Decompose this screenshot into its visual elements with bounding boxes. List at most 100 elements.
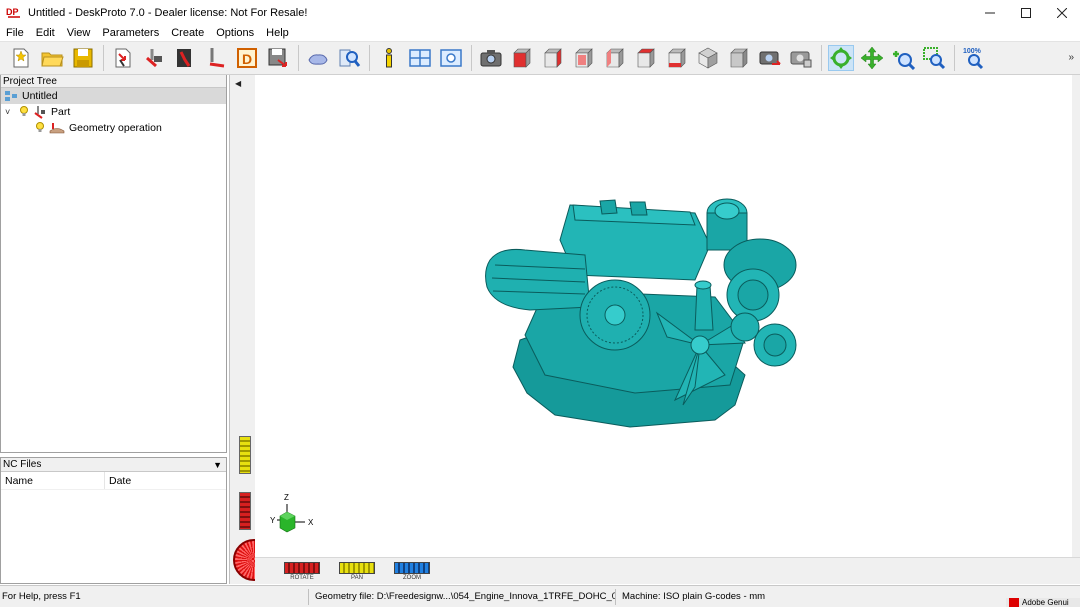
view-iso-button[interactable] bbox=[695, 45, 721, 71]
column-header-date[interactable]: Date bbox=[105, 472, 131, 489]
column-header-name[interactable]: Name bbox=[1, 472, 105, 489]
pan-slider[interactable] bbox=[339, 562, 375, 574]
zoom-100-icon: 100% bbox=[963, 48, 984, 70]
menu-edit[interactable]: Edit bbox=[30, 27, 61, 39]
pan-label: PAN bbox=[351, 575, 363, 581]
nc-files-columns: Name Date bbox=[1, 472, 226, 490]
rotate-label: ROTATE bbox=[290, 575, 314, 581]
tree-root-untitled[interactable]: Untitled bbox=[1, 88, 226, 104]
view-back-button[interactable] bbox=[571, 45, 597, 71]
rotate-mode-button[interactable] bbox=[828, 45, 854, 71]
toolbar: D 100% » bbox=[0, 41, 1080, 75]
rotate-slider[interactable] bbox=[284, 562, 320, 574]
nc-files-header[interactable]: NC Files ▼ bbox=[1, 458, 226, 472]
zoom-icon bbox=[893, 51, 915, 70]
view-rotate-ccw-button[interactable] bbox=[788, 45, 814, 71]
svg-text:DP: DP bbox=[6, 7, 19, 17]
menu-bar: File Edit View Parameters Create Options… bbox=[0, 25, 1080, 41]
pan-mode-button[interactable] bbox=[859, 45, 885, 71]
menu-parameters[interactable]: Parameters bbox=[96, 27, 165, 39]
part-icon bbox=[34, 106, 45, 119]
zoom-window-button[interactable] bbox=[921, 45, 947, 71]
zoom-mode-button[interactable] bbox=[890, 45, 916, 71]
bulb-icon[interactable] bbox=[19, 106, 29, 118]
minimize-button[interactable] bbox=[972, 0, 1008, 25]
toolbar-separator bbox=[471, 45, 472, 71]
project-tree-header: Project Tree bbox=[1, 75, 226, 88]
camera-view-button[interactable] bbox=[478, 45, 504, 71]
rotate-slider-vertical[interactable] bbox=[239, 492, 251, 530]
tree-item-part[interactable]: ˅ Part bbox=[1, 104, 226, 120]
menu-create[interactable]: Create bbox=[165, 27, 210, 39]
save-icon bbox=[73, 48, 93, 68]
toolbar-separator bbox=[821, 45, 822, 71]
menu-view[interactable]: View bbox=[61, 27, 97, 39]
part-parameters-button[interactable] bbox=[141, 45, 167, 71]
machine-parameters-button[interactable] bbox=[203, 45, 229, 71]
view-right-button[interactable] bbox=[540, 45, 566, 71]
dropdown-arrow-icon[interactable]: ▼ bbox=[213, 460, 222, 470]
operation-icon bbox=[49, 123, 65, 134]
save-nc-icon bbox=[268, 48, 287, 67]
cube-bottom-icon bbox=[668, 48, 686, 68]
camera-rotate-icon bbox=[759, 51, 781, 65]
open-project-button[interactable] bbox=[39, 45, 65, 71]
new-project-button[interactable] bbox=[8, 45, 34, 71]
info-icon bbox=[386, 48, 392, 68]
title-bar: DP Untitled - DeskProto 7.0 - Dealer lic… bbox=[0, 0, 1080, 25]
collapse-icon[interactable]: ˅ bbox=[5, 107, 15, 117]
adobe-icon bbox=[1009, 598, 1019, 607]
camera-icon bbox=[480, 50, 502, 67]
new-icon bbox=[13, 48, 29, 68]
operation-parameters-button[interactable] bbox=[172, 45, 198, 71]
maximize-button[interactable] bbox=[1008, 0, 1044, 25]
info-button[interactable] bbox=[376, 45, 402, 71]
simulate-button[interactable] bbox=[305, 45, 331, 71]
engine-model[interactable] bbox=[255, 75, 1072, 557]
cube-left-icon bbox=[606, 48, 624, 68]
project-icon bbox=[5, 91, 17, 101]
zoom-fit-button[interactable]: 100% bbox=[961, 45, 987, 71]
view-iso-back-button[interactable] bbox=[726, 45, 752, 71]
preview-magnifier-icon bbox=[339, 49, 361, 67]
project-tree-panel: Project Tree Untitled ˅ Part Geometry op… bbox=[0, 75, 227, 453]
close-button[interactable] bbox=[1044, 0, 1080, 25]
tree-item-geometry-operation[interactable]: Geometry operation bbox=[1, 120, 226, 136]
save-project-button[interactable] bbox=[70, 45, 96, 71]
toolbar-separator bbox=[298, 45, 299, 71]
import-geometry-button[interactable] bbox=[110, 45, 136, 71]
window-title: Untitled - DeskProto 7.0 - Dealer licens… bbox=[28, 6, 308, 19]
menu-help[interactable]: Help bbox=[260, 27, 295, 39]
view-bottom-button[interactable] bbox=[664, 45, 690, 71]
menu-options[interactable]: Options bbox=[210, 27, 260, 39]
viewport-right-edge bbox=[1072, 75, 1080, 557]
bulb-icon[interactable] bbox=[35, 122, 45, 134]
zoom-slider[interactable] bbox=[394, 562, 430, 574]
cube-iso-icon bbox=[698, 47, 718, 69]
tree-root-label: Untitled bbox=[22, 90, 58, 102]
nc-files-panel: NC Files ▼ Name Date bbox=[0, 457, 227, 584]
menu-file[interactable]: File bbox=[0, 27, 30, 39]
toolbar-overflow-icon[interactable]: » bbox=[1068, 52, 1074, 63]
view-rotate-cw-button[interactable] bbox=[757, 45, 783, 71]
tile-views-button[interactable] bbox=[407, 45, 433, 71]
d-file-icon: D bbox=[237, 48, 257, 68]
view-top-button[interactable] bbox=[633, 45, 659, 71]
view-left-button[interactable] bbox=[602, 45, 628, 71]
save-nc-button[interactable] bbox=[265, 45, 291, 71]
create-d-file-button[interactable]: D bbox=[234, 45, 260, 71]
preview-button[interactable] bbox=[336, 45, 362, 71]
tree-item-label: Geometry operation bbox=[69, 122, 162, 134]
window-zoom-icon bbox=[440, 49, 462, 67]
viewport-bottom-bar: ROTATE PAN ZOOM bbox=[255, 557, 1080, 584]
3d-viewport[interactable] bbox=[255, 75, 1072, 557]
pan-slider-vertical[interactable] bbox=[239, 436, 251, 474]
collapse-panel-icon[interactable]: ◀ bbox=[235, 79, 241, 88]
operation-icon bbox=[177, 49, 191, 67]
view-front-button[interactable] bbox=[509, 45, 535, 71]
taskbar-adobe-item[interactable]: Adobe Genui bbox=[1006, 598, 1080, 607]
camera-settings-icon bbox=[790, 51, 812, 68]
cube-back-icon bbox=[575, 48, 593, 68]
view-options-button[interactable] bbox=[438, 45, 464, 71]
status-help: For Help, press F1 bbox=[2, 591, 81, 602]
